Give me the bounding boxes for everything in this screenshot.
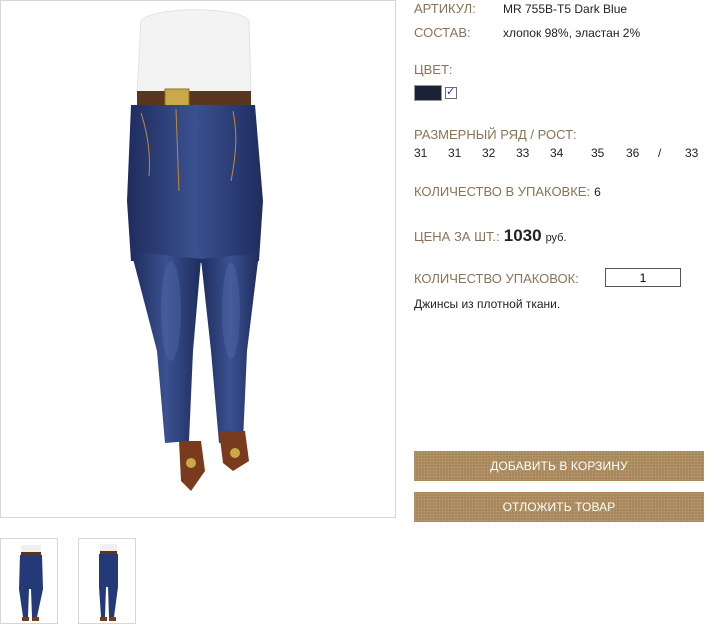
thumbnail-side[interactable] (78, 538, 136, 624)
size-value: 33 (516, 146, 530, 160)
color-options (414, 85, 457, 101)
price-row: ЦЕНА ЗА ШТ.: 1030 руб. (414, 226, 567, 246)
pack-quantity-value: 6 (594, 185, 601, 199)
article-row: АРТИКУЛ: MR 755B-T5 Dark Blue (414, 1, 704, 19)
price-value: 1030 (503, 226, 542, 245)
color-swatch-dark-blue[interactable] (414, 85, 442, 101)
packs-quantity-input[interactable] (605, 268, 681, 287)
thumbnail-front[interactable] (0, 538, 58, 624)
color-label: ЦВЕТ: (414, 62, 453, 77)
jeans-front-thumbnail-image (19, 545, 43, 621)
size-value: 32 (482, 146, 496, 160)
size-value: 35 (591, 146, 605, 160)
size-range-label: РАЗМЕРНЫЙ РЯД / РОСТ: (414, 127, 577, 142)
packs-row: КОЛИЧЕСТВО УПАКОВОК: (414, 268, 704, 288)
pack-quantity-row: КОЛИЧЕСТВО В УПАКОВКЕ: 6 (414, 183, 601, 201)
size-list: 31 31 32 33 34 35 36 / 33 (414, 146, 705, 160)
size-value: 31 (448, 146, 462, 160)
size-value: 36 (626, 146, 640, 160)
product-main-photo[interactable] (0, 0, 396, 518)
composition-row: СОСТАВ: хлопок 98%, эластан 2% (414, 25, 704, 43)
price-currency: руб. (545, 232, 567, 244)
product-description: Джинсы из плотной ткани. (414, 297, 561, 311)
jeans-side-thumbnail-image (99, 544, 118, 621)
pack-quantity-label: КОЛИЧЕСТВО В УПАКОВКЕ: (414, 184, 591, 199)
composition-value: хлопок 98%, эластан 2% (503, 26, 641, 40)
color-select-checkbox[interactable] (445, 85, 457, 99)
article-value: MR 755B-T5 Dark Blue (503, 2, 628, 16)
jeans-photo-illustration (127, 9, 263, 491)
size-separator: / (658, 146, 662, 160)
size-value: 34 (550, 146, 564, 160)
price-label: ЦЕНА ЗА ШТ.: (414, 229, 500, 244)
composition-label: СОСТАВ: (414, 25, 471, 40)
packs-label: КОЛИЧЕСТВО УПАКОВОК: (414, 271, 579, 286)
article-label: АРТИКУЛ: (414, 1, 476, 16)
add-to-cart-button[interactable]: ДОБАВИТЬ В КОРЗИНУ (414, 451, 704, 481)
height-value: 33 (685, 146, 699, 160)
size-value: 31 (414, 146, 428, 160)
defer-item-button[interactable]: ОТЛОЖИТЬ ТОВАР (414, 492, 704, 522)
